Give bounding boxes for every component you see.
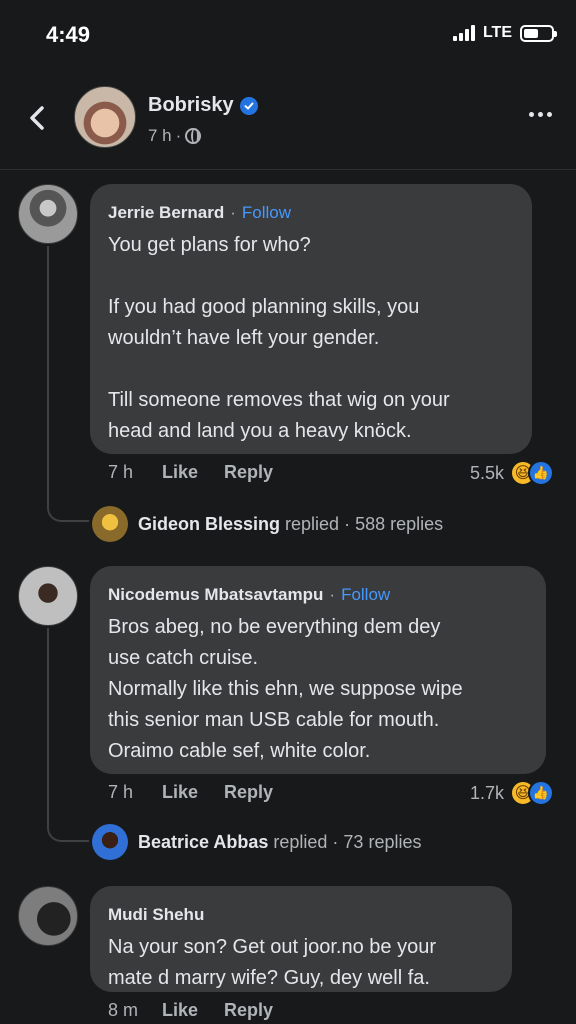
reaction-count: 5.5k <box>469 462 504 483</box>
post-header: Bobrisky 7 h · <box>0 74 576 170</box>
comment-line <box>108 354 512 385</box>
comment-bubble[interactable]: Mudi Shehu Na your son? Get out joor.no … <box>90 886 512 992</box>
post-meta: 7 h · <box>148 126 202 146</box>
comment-text: You get plans for who? If you had good p… <box>108 230 512 447</box>
commenter-avatar[interactable] <box>18 566 78 626</box>
comment-header: Jerrie Bernard · Follow <box>108 200 512 226</box>
reply-button[interactable]: Reply <box>224 462 273 483</box>
comment-actions: 7 h Like Reply <box>108 782 299 803</box>
author-avatar[interactable] <box>74 86 136 148</box>
thread-connector <box>47 504 89 522</box>
commenter-avatar[interactable] <box>18 184 78 244</box>
signal-icon <box>452 25 475 41</box>
comment-line: Oraimo cable sef, white color. <box>108 740 371 762</box>
separator-dot: · <box>329 585 336 604</box>
replies-count: replied · 588 replies <box>280 513 444 534</box>
like-button[interactable]: Like <box>162 1000 198 1021</box>
replier-name: Beatrice Abbas <box>138 831 269 852</box>
status-bar: 4:49 LTE <box>0 0 576 70</box>
reaction-summary[interactable]: 5.5k 😆 👍 <box>470 460 554 486</box>
comment-line: If you had good planning skills, you <box>108 296 420 318</box>
thread-line <box>47 628 49 826</box>
reply-button[interactable]: Reply <box>224 782 273 803</box>
battery-icon <box>520 24 557 42</box>
comment-line: use catch cruise. <box>108 647 259 669</box>
comment-actions: 7 h Like Reply <box>108 462 299 483</box>
follow-button[interactable]: Follow <box>341 585 390 605</box>
replies-link[interactable]: Gideon Blessing replied · 588 replies <box>92 506 443 542</box>
comment-age[interactable]: 7 h <box>108 462 162 483</box>
post-time[interactable]: 7 h <box>148 126 172 146</box>
replier-name: Gideon Blessing <box>138 513 281 534</box>
like-reaction-icon: 👍 <box>528 460 554 486</box>
back-button[interactable] <box>20 98 56 138</box>
commenter-name[interactable]: Jerrie Bernard <box>108 203 224 223</box>
reply-avatar <box>92 506 128 542</box>
comment-bubble[interactable]: Jerrie Bernard · Follow You get plans fo… <box>90 184 532 454</box>
like-button[interactable]: Like <box>162 782 198 803</box>
replies-link[interactable]: Beatrice Abbas replied · 73 replies <box>92 824 421 860</box>
chevron-left-icon <box>30 106 44 130</box>
comment-header: Nicodemus Mbatsavtampu · Follow <box>108 582 526 608</box>
replies-count: replied · 73 replies <box>268 831 422 852</box>
status-indicators: LTE <box>452 24 557 42</box>
comment-line: this senior man USB cable for mouth. <box>108 709 440 731</box>
comment-line: Bros abeg, no be everything dem dey <box>108 616 441 638</box>
comment-age[interactable]: 7 h <box>108 782 162 803</box>
comment-line: mate d marry wife? Guy, dey well fa. <box>108 967 430 989</box>
globe-icon <box>185 128 202 144</box>
more-options-button[interactable] <box>529 112 552 117</box>
network-type: LTE <box>482 24 512 41</box>
comment-line: Na your son? Get out joor.no be your <box>108 936 436 958</box>
comment-bubble[interactable]: Nicodemus Mbatsavtampu · Follow Bros abe… <box>90 566 546 774</box>
verified-badge-icon <box>239 96 258 115</box>
comment-line: Till someone removes that wig on your <box>108 389 450 411</box>
reaction-summary[interactable]: 1.7k 😆 👍 <box>470 780 554 806</box>
comment-line: You get plans for who? <box>108 234 311 256</box>
comment-line: wouldn’t have left your gender. <box>108 327 380 349</box>
like-reaction-icon: 👍 <box>528 780 554 806</box>
separator-dot: · <box>230 203 236 222</box>
thread-line <box>47 246 49 506</box>
author-name-row[interactable]: Bobrisky <box>148 94 258 117</box>
reply-button[interactable]: Reply <box>224 1000 273 1021</box>
comment-age[interactable]: 8 m <box>108 1000 162 1021</box>
commenter-name[interactable]: Nicodemus Mbatsavtampu <box>108 585 323 605</box>
meta-dot: · <box>175 126 182 145</box>
like-button[interactable]: Like <box>162 462 198 483</box>
author-name[interactable]: Bobrisky <box>148 94 234 117</box>
comment-actions: 8 m Like Reply <box>108 1000 299 1021</box>
commenter-avatar[interactable] <box>18 886 78 946</box>
thread-connector <box>47 824 89 842</box>
comment-header: Mudi Shehu <box>108 902 492 928</box>
commenter-name[interactable]: Mudi Shehu <box>108 905 204 925</box>
comment-line: Normally like this ehn, we suppose wipe <box>108 678 463 700</box>
comment-text: Bros abeg, no be everything dem dey use … <box>108 612 526 767</box>
comment-line <box>108 261 512 292</box>
follow-button[interactable]: Follow <box>242 203 291 223</box>
comment-text: Na your son? Get out joor.no be your mat… <box>108 932 492 994</box>
status-time: 4:49 <box>46 22 91 47</box>
more-horizontal-icon <box>529 112 534 117</box>
reaction-count: 1.7k <box>469 782 504 803</box>
comment-line: head and land you a heavy knöck. <box>108 420 412 442</box>
reply-avatar <box>92 824 128 860</box>
